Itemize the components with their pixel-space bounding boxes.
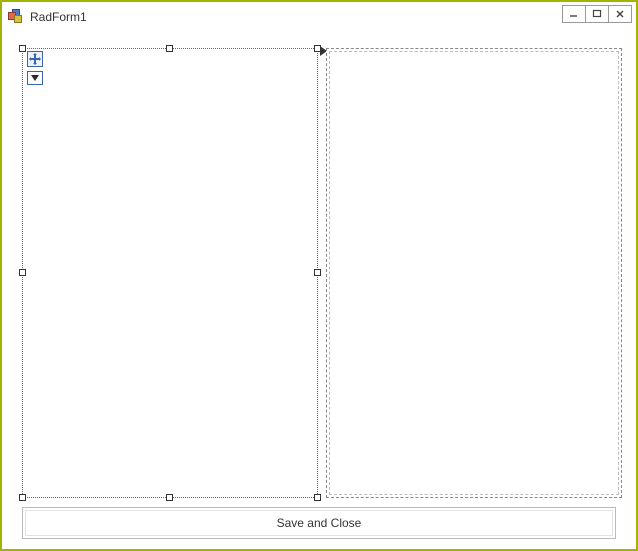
window-title: RadForm1: [30, 10, 87, 24]
right-panel[interactable]: [326, 48, 622, 498]
maximize-button[interactable]: [585, 5, 609, 23]
minimize-button[interactable]: [562, 5, 586, 23]
move-icon[interactable]: [27, 51, 43, 67]
save-and-close-button[interactable]: Save and Close: [22, 507, 616, 539]
titlebar: RadForm1: [4, 4, 634, 30]
smart-tag-icon[interactable]: [27, 71, 43, 85]
resize-handle-se[interactable]: [314, 494, 321, 501]
resize-handle-n[interactable]: [166, 45, 173, 52]
window-frame: RadForm1: [0, 0, 638, 551]
client-area: Save and Close: [4, 30, 634, 547]
save-and-close-label: Save and Close: [277, 516, 362, 530]
left-panel[interactable]: [22, 48, 318, 498]
close-button[interactable]: [608, 5, 632, 23]
resize-handle-s[interactable]: [166, 494, 173, 501]
resize-handle-w[interactable]: [19, 269, 26, 276]
resize-handle-sw[interactable]: [19, 494, 26, 501]
resize-handle-nw[interactable]: [19, 45, 26, 52]
window-controls: [563, 5, 632, 23]
resize-handle-e[interactable]: [314, 269, 321, 276]
app-icon: [8, 9, 24, 25]
